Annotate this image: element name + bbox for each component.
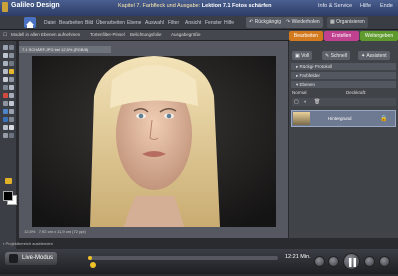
- quick-edit-icon: ✎: [325, 53, 330, 59]
- organizer-button[interactable]: ▦ Organisieren: [327, 17, 368, 28]
- lasso-icon[interactable]: [9, 61, 14, 66]
- healing-brush-icon[interactable]: [9, 93, 14, 98]
- redo-icon: ↷: [286, 19, 291, 25]
- paint-bucket-icon[interactable]: [3, 117, 8, 122]
- menu-filter[interactable]: Filter: [168, 20, 179, 26]
- menu-ansicht[interactable]: Ansicht: [185, 20, 201, 26]
- clone-stamp-icon[interactable]: [3, 101, 8, 106]
- layer-thumbnail: [293, 112, 310, 125]
- undo-button[interactable]: ↶ Rückgängig: [246, 17, 284, 28]
- layer-name: Hintergrund: [328, 116, 352, 121]
- galileo-logo-icon: [2, 2, 8, 12]
- brush-icon[interactable]: [3, 109, 8, 114]
- toggle-icon: ▪: [3, 241, 5, 246]
- smudge-tool-icon[interactable]: [9, 133, 14, 138]
- menu-bearbeiten[interactable]: Bearbeiten: [59, 20, 83, 26]
- text-tool-icon[interactable]: [3, 77, 8, 82]
- menu-fenster[interactable]: Fenster: [205, 20, 222, 26]
- option-b[interactable]: Belichtungsfolie: [130, 32, 162, 37]
- move-tool-icon[interactable]: [3, 45, 8, 50]
- marquee-icon[interactable]: [3, 61, 8, 66]
- live-mode-icon: [9, 254, 18, 263]
- undo-icon: ↶: [249, 19, 254, 25]
- redo-button[interactable]: ↷ Wiederholen: [283, 17, 323, 28]
- layers-section[interactable]: ▾ Ebenen: [291, 81, 396, 88]
- project-bin-toggle[interactable]: ▪ Projektbereich ausblenden: [3, 241, 53, 246]
- lock-icon[interactable]: 🔒: [380, 115, 387, 122]
- delete-layer-icon[interactable]: 🗑: [314, 99, 320, 105]
- options-checkbox[interactable]: ☐: [3, 32, 7, 38]
- menu-ebene[interactable]: Ebene: [127, 20, 141, 26]
- tab-create[interactable]: Erstellen: [324, 31, 359, 41]
- option-note: Modell in allen Ebenen aufnehmen: [11, 32, 81, 37]
- info-service-link[interactable]: Info & Service: [318, 3, 352, 9]
- back-icon[interactable]: [328, 256, 339, 267]
- rewind-icon[interactable]: [314, 256, 325, 267]
- cookie-cutter-icon[interactable]: [3, 85, 8, 90]
- menu-datei[interactable]: Datei: [44, 20, 56, 26]
- foreground-color-front[interactable]: [3, 191, 13, 201]
- tab-share[interactable]: Weitergeben: [360, 31, 398, 41]
- menu-ueberarbeiten[interactable]: Überarbeiten: [96, 20, 125, 26]
- layer-toolbar: ▢ ◐ 🗑: [292, 98, 396, 106]
- time-readout: 12:21 Min.: [285, 254, 311, 260]
- adjustment-layer-icon[interactable]: ◐: [304, 99, 307, 105]
- assisted-edit-button[interactable]: ✦ Assistent: [358, 51, 390, 60]
- sponge-tool-icon[interactable]: [3, 133, 8, 138]
- opacity-label: Deckkraft:: [346, 90, 367, 95]
- straighten-icon[interactable]: [9, 85, 14, 90]
- progress-track[interactable]: [88, 256, 278, 260]
- eraser-icon[interactable]: [9, 101, 14, 106]
- document-status: 12,5% 7,92 cm x 11,9 cm (72 ppi): [24, 229, 86, 234]
- new-layer-icon[interactable]: ▢: [294, 99, 299, 105]
- course-title: Kapitel 7. Farbfleck und Ausgabe: Lektio…: [118, 3, 272, 9]
- progress-handle[interactable]: [90, 262, 96, 268]
- tab-edit[interactable]: Bearbeiten: [289, 31, 323, 41]
- zoom-tool-icon[interactable]: [9, 45, 14, 50]
- color-picker-icon[interactable]: [5, 178, 12, 184]
- option-c[interactable]: Ausgabegröße: [171, 32, 201, 37]
- assisted-edit-icon: ✦: [361, 53, 366, 59]
- photo-canvas[interactable]: [32, 56, 276, 227]
- selection-brush-icon[interactable]: [9, 69, 14, 74]
- eyedropper-icon[interactable]: [9, 53, 14, 58]
- blur-tool-icon[interactable]: [9, 125, 14, 130]
- organizer-icon: ▦: [330, 19, 335, 25]
- red-eye-icon[interactable]: [3, 93, 8, 98]
- forward-icon[interactable]: [364, 256, 375, 267]
- menu-bild[interactable]: Bild: [85, 20, 93, 26]
- volume-icon[interactable]: [379, 256, 390, 267]
- shape-tool-icon[interactable]: [3, 125, 8, 130]
- end-link[interactable]: Ende: [380, 3, 393, 9]
- magic-wand-icon[interactable]: [3, 69, 8, 74]
- menu-auswahl[interactable]: Auswahl: [145, 20, 164, 26]
- brand-name: Galileo Design: [11, 2, 60, 9]
- right-panel: [289, 41, 398, 238]
- pencil-icon[interactable]: [9, 109, 14, 114]
- color-swatches-section[interactable]: ▸ Farbfelder: [291, 72, 396, 79]
- portrait-photo: [32, 56, 276, 227]
- undo-history-section[interactable]: ▸ Rückgi-Protokoll: [291, 63, 396, 70]
- document-tab[interactable]: 7.1 SCHÄRF.JPG bei 12,5% (RGB/8): [19, 46, 111, 53]
- full-edit-button[interactable]: ▣ Voll: [292, 51, 313, 60]
- home-icon[interactable]: [24, 17, 36, 28]
- tool-panel: [0, 41, 16, 249]
- help-link[interactable]: Hilfe: [360, 3, 371, 9]
- hand-tool-icon[interactable]: [3, 53, 8, 58]
- crop-icon[interactable]: [9, 77, 14, 82]
- option-a[interactable]: Tortenfilter-Pinsel: [90, 32, 125, 37]
- gradient-icon[interactable]: [9, 117, 14, 122]
- menu-hilfe[interactable]: Hilfe: [224, 20, 234, 26]
- progress-fill: [88, 256, 92, 260]
- pause-icon[interactable]: [343, 253, 360, 270]
- blend-mode-select[interactable]: Normal: [292, 90, 307, 95]
- quick-edit-button[interactable]: ✎ Schnell: [322, 51, 350, 60]
- live-mode-button[interactable]: Live-Modus: [5, 252, 57, 265]
- full-edit-icon: ▣: [295, 53, 300, 59]
